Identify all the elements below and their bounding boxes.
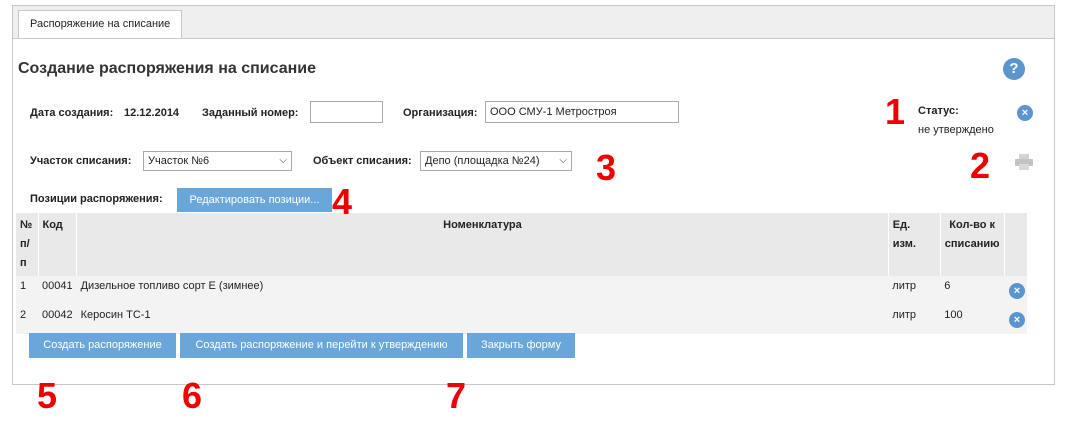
cell-name: Дизельное топливо сорт Е (зимнее) (76, 276, 889, 305)
table-row: 1 00041 Дизельное топливо сорт Е (зимнее… (16, 276, 1027, 305)
cancel-icon[interactable]: × (1017, 105, 1033, 121)
annotation-3: 3 (596, 147, 617, 188)
chevron-down-icon: ⌵ (279, 155, 287, 166)
cell-actions: × (1004, 276, 1027, 305)
cell-unit: литр (888, 276, 941, 305)
site-label: Участок списания: (30, 155, 132, 167)
header-code: Код (37, 213, 77, 276)
table-row: 2 00042 Керосин ТС-1 литр 100 × (16, 305, 1027, 334)
organization-input[interactable] (485, 101, 679, 123)
annotation-5: 5 (37, 375, 58, 416)
cell-name: Керосин ТС-1 (76, 305, 889, 334)
annotation-2: 2 (970, 145, 991, 186)
header-qty: Кол-во к списанию (939, 213, 1004, 276)
create-and-approve-button[interactable]: Создать распоряжение и перейти к утвержд… (180, 333, 463, 358)
header-num: № п/п (16, 213, 38, 276)
header-qty-line2: списанию (944, 238, 1000, 250)
cell-qty: 100 (940, 305, 1004, 334)
cell-code: 00041 (38, 276, 77, 305)
created-date-label: Дата создания: (30, 107, 114, 119)
positions-label: Позиции распоряжения: (30, 193, 163, 205)
create-order-button[interactable]: Создать распоряжение (29, 333, 176, 358)
close-form-button[interactable]: Закрыть форму (467, 333, 575, 358)
header-qty-line1: Кол-во к (949, 219, 995, 231)
cell-num: 2 (16, 305, 38, 334)
header-name: Номенклатура (76, 213, 889, 276)
object-label: Объект списания: (313, 155, 412, 167)
tab-write-off-order[interactable]: Распоряжение на списание (18, 10, 183, 38)
header-num-line1: № (20, 219, 33, 231)
status-label: Статус: (918, 105, 959, 117)
header-unit: Ед. изм. (887, 213, 941, 276)
cell-code: 00042 (38, 305, 77, 334)
tab-bar: Распоряжение на списание (13, 6, 1054, 39)
chevron-down-icon: ⌵ (559, 155, 567, 166)
status-value: не утверждено (918, 124, 994, 136)
cell-qty: 6 (940, 276, 1004, 305)
created-date-value: 12.12.2014 (124, 107, 180, 119)
annotation-6: 6 (182, 375, 203, 416)
positions-table: № п/п Код Номенклатура Ед. изм. Кол-во к… (16, 213, 1027, 334)
site-select[interactable]: Участок №6 ⌵ (143, 151, 292, 171)
help-icon[interactable]: ? (1003, 58, 1025, 80)
annotation-7: 7 (446, 375, 467, 416)
number-label: Заданный номер: (202, 107, 299, 119)
header-num-line2: п/п (20, 238, 30, 269)
object-select-value: Депо (площадка №24) (425, 155, 540, 167)
organization-label: Организация: (403, 107, 478, 119)
site-select-value: Участок №6 (148, 155, 210, 167)
object-select[interactable]: Депо (площадка №24) ⌵ (420, 151, 572, 171)
annotation-4: 4 (332, 181, 353, 222)
remove-row-icon[interactable]: × (1009, 283, 1025, 299)
page-title: Создание распоряжения на списание (18, 60, 316, 77)
cell-actions: × (1004, 305, 1027, 334)
cell-unit: литр (888, 305, 941, 334)
header-actions (1003, 213, 1027, 276)
number-input[interactable] (310, 101, 383, 123)
table-header-row: № п/п Код Номенклатура Ед. изм. Кол-во к… (16, 213, 1027, 276)
annotation-1: 1 (885, 91, 906, 132)
print-icon[interactable] (1015, 154, 1033, 170)
edit-positions-button[interactable]: Редактировать позиции... (177, 188, 332, 212)
remove-row-icon[interactable]: × (1009, 312, 1025, 328)
cell-num: 1 (16, 276, 38, 305)
